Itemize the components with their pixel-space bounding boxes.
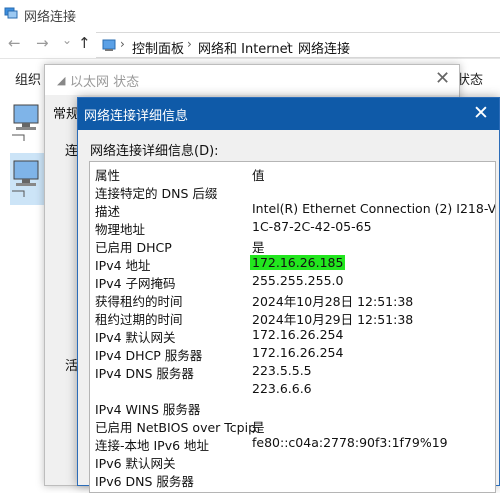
list-item[interactable]: 连接-本地 IPv6 地址 fe80::c04a:2778:90f3:1f79%1… [90,434,495,453]
details-dialog-title: 网络连接详细信息 [84,109,189,124]
close-icon[interactable]: ✕ [435,68,450,89]
property-value: 223.5.5.5 [252,363,312,378]
property-value: 223.6.6.6 [252,381,312,396]
window-title: 网络连接 [24,10,77,25]
breadcrumb-chevron-icon: › [120,37,125,51]
up-arrow-icon[interactable]: ↑ [78,34,91,52]
tab-general[interactable]: 常规 [53,103,79,122]
list-header: 属性 值 [90,164,495,183]
list-item[interactable]: IPv6 默认网关 [90,452,495,471]
list-item[interactable]: IPv4 地址 172.16.26.185 [90,254,495,273]
list-item[interactable]: IPv6 DNS 服务器 [90,470,495,489]
recent-locations-icon[interactable]: ⌄ [62,33,72,47]
breadcrumb-chevron-icon: › [286,37,291,51]
forward-arrow-icon[interactable]: → [36,34,49,52]
details-list-label: 网络连接详细信息(D): [90,144,219,159]
property-value: Intel(R) Ethernet Connection (2) I218-V [252,201,496,216]
list-item[interactable]: IPv4 DHCP 服务器 172.16.26.254 [90,344,495,363]
breadcrumb-network-connections[interactable]: 网络连接 [298,38,350,57]
details-dialog-title-bar: 网络连接详细信息 ✕ [78,98,499,130]
network-folder-icon [4,7,18,19]
list-item[interactable]: 获得租约的时间 2024年10月28日 12:51:38 [90,290,495,309]
list-item[interactable]: 连接特定的 DNS 后缀 [90,182,495,201]
list-item[interactable]: IPv4 子网掩码 255.255.255.0 [90,272,495,291]
property-value: 1C-87-2C-42-05-65 [252,219,372,234]
ipv4-address-value: 172.16.26.185 [250,255,346,270]
control-panel-icon [102,39,116,51]
list-item[interactable]: 223.6.6.6 [90,380,495,398]
network-adapter-icon[interactable] [10,157,44,201]
list-item[interactable]: 已启用 DHCP 是 [90,236,495,255]
property-name: IPv6 DNS 服务器 [95,474,194,489]
back-arrow-icon[interactable]: ← [8,34,21,52]
network-details-dialog: 网络连接详细信息 ✕ 网络连接详细信息(D): 属性 值 连接特定的 DNS 后… [77,97,500,493]
close-icon[interactable]: ✕ [473,102,489,124]
breadcrumb-network-internet[interactable]: 网络和 Internet [198,38,293,57]
property-value: 172.16.26.254 [252,345,344,360]
organize-button[interactable]: 组织 [15,69,41,88]
list-item[interactable]: 物理地址 1C-87-2C-42-05-65 [90,218,495,237]
list-item[interactable]: IPv4 默认网关 172.16.26.254 [90,326,495,345]
list-item[interactable]: 描述 Intel(R) Ethernet Connection (2) I218-… [90,200,496,219]
address-bar[interactable]: › 控制面板 › 网络和 Internet › 网络连接 [96,32,500,58]
status-dialog-title: 以太网 状态 [70,75,140,90]
list-item[interactable]: 租约过期的时间 2024年10月29日 12:51:38 [90,308,495,327]
ethernet-status-icon: ◢ [57,74,66,87]
view-status-button[interactable]: 状态 [457,69,483,88]
list-item[interactable]: 已启用 NetBIOS over Tcpip 是 [90,416,495,435]
breadcrumb-chevron-icon: › [187,37,192,51]
property-value: 172.16.26.254 [252,327,344,342]
window-title-bar: 网络连接 [0,0,500,28]
details-list[interactable]: 属性 值 连接特定的 DNS 后缀 描述 Intel(R) Ethernet Co… [89,161,496,493]
status-dialog-title-bar: ◢ 以太网 状态 ✕ [45,65,459,95]
breadcrumb-control-panel[interactable]: 控制面板 [132,38,184,57]
list-item[interactable]: IPv4 WINS 服务器 [90,398,495,417]
address-bar-row: ← → ⌄ ↑ › 控制面板 › 网络和 Internet › 网络连接 [0,30,500,58]
list-item[interactable]: IPv4 DNS 服务器 223.5.5.5 [90,362,495,381]
connections-list [0,95,48,484]
property-value: 255.255.255.0 [252,273,344,288]
property-value: fe80::c04a:2778:90f3:1f79%19 [252,435,448,450]
network-adapter-icon[interactable] [10,101,44,145]
